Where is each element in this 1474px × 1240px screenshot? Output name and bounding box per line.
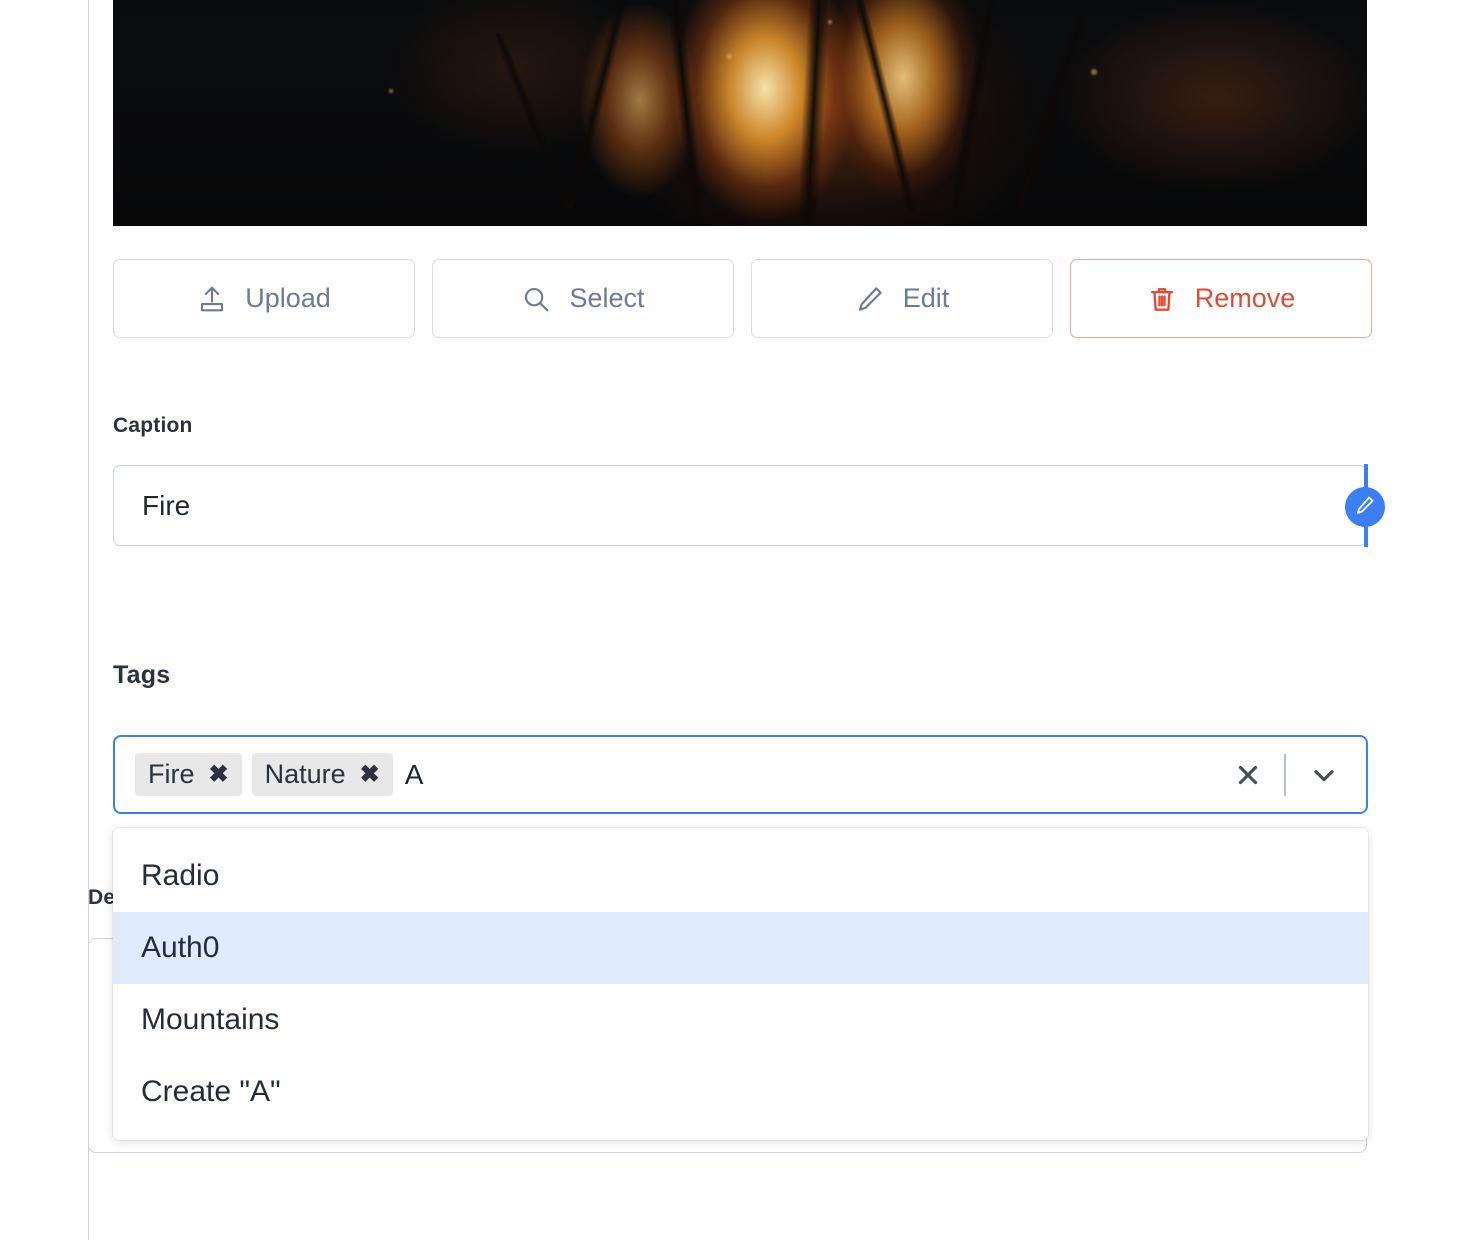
pencil-icon [855,284,885,314]
dropdown-option-auth0[interactable]: Auth0 [113,912,1368,984]
media-action-toolbar: Upload Select Edit [113,259,1372,338]
tags-control-actions [1222,749,1352,801]
dropdown-option-label: Mountains [141,1003,279,1037]
edit-button-label: Edit [903,285,950,312]
tags-action-divider [1284,754,1286,796]
dropdown-option-label: Radio [141,859,219,893]
dropdown-option-create-new[interactable]: Create "A" [113,1056,1368,1128]
dropdown-option-label: Auth0 [141,931,219,965]
tags-label: Tags [113,661,170,690]
caption-inline-edit-badge[interactable] [1345,487,1385,527]
campfire-photo [113,0,1367,226]
dropdown-option-mountains[interactable]: Mountains [113,984,1368,1056]
remove-button-label: Remove [1195,285,1296,312]
tag-chip-label: Fire [148,759,195,790]
select-button[interactable]: Select [432,259,734,338]
upload-icon [197,284,227,314]
search-icon [521,284,551,314]
upload-button-label: Upload [245,285,331,312]
trash-icon [1147,284,1177,314]
tags-chip-list: Fire ✖ Nature ✖ [135,753,393,796]
dropdown-option-radio[interactable]: Radio [113,840,1368,912]
close-icon[interactable]: ✖ [360,763,380,787]
select-button-label: Select [569,285,644,312]
tags-dropdown-menu: Radio Auth0 Mountains Create "A" [113,828,1368,1140]
edit-button[interactable]: Edit [751,259,1053,338]
tags-select-control[interactable]: Fire ✖ Nature ✖ A [113,735,1368,814]
upload-button[interactable]: Upload [113,259,415,338]
tag-chip-label: Nature [265,759,346,790]
tag-chip[interactable]: Nature ✖ [252,753,393,796]
remove-button[interactable]: Remove [1070,259,1372,338]
tag-chip[interactable]: Fire ✖ [135,753,242,796]
tags-search-input[interactable]: A [405,759,1222,791]
caption-field-wrapper [113,465,1367,546]
media-preview-image[interactable] [113,0,1367,226]
description-label: De [88,886,115,910]
chevron-down-icon[interactable] [1296,749,1352,801]
pencil-icon [1354,494,1376,521]
caption-input[interactable] [113,465,1367,546]
media-editor-panel: Upload Select Edit [0,0,1474,1240]
clear-x-icon[interactable] [1222,749,1274,801]
close-icon[interactable]: ✖ [209,763,229,787]
dropdown-option-label: Create "A" [141,1075,281,1109]
caption-label: Caption [113,414,193,438]
